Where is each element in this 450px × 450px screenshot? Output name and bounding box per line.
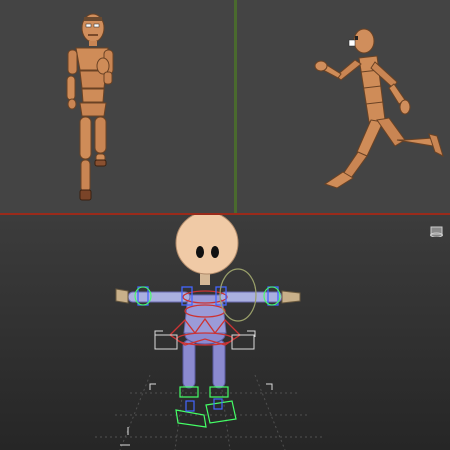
perspective-viewport[interactable] [0, 215, 450, 450]
rigged-character-scene [95, 215, 325, 450]
grid-floor [95, 374, 325, 450]
front-viewport[interactable] [0, 0, 234, 213]
walking-mannequin-front [66, 13, 114, 201]
side-viewport[interactable] [237, 0, 450, 213]
running-mannequin-side [314, 28, 444, 189]
